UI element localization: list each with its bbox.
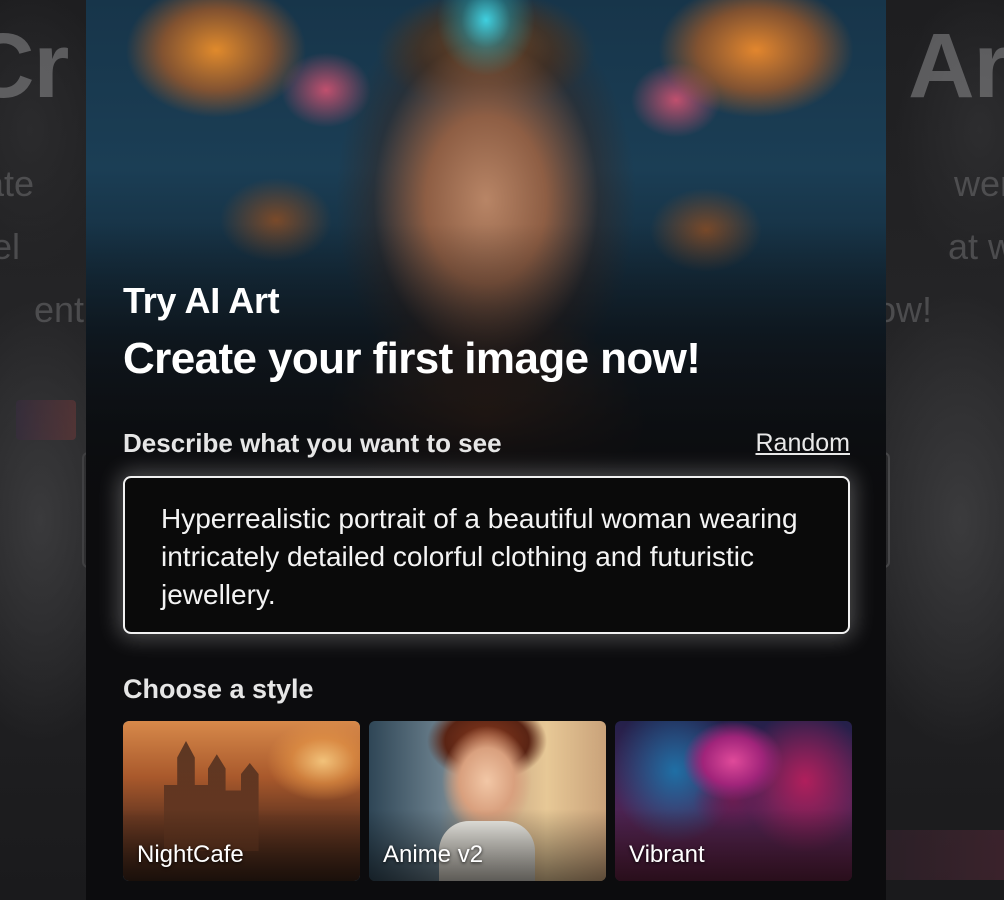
background-decoration <box>884 830 1004 880</box>
background-line-right: wer of <box>953 163 1004 204</box>
style-option-anime-v2[interactable]: Anime v2 <box>369 721 606 881</box>
style-option-label: Vibrant <box>629 841 705 868</box>
background-line-left: Intel <box>0 226 21 267</box>
try-ai-art-modal: Try AI Art Create your first image now! … <box>86 0 886 900</box>
background-line-left: reate <box>0 163 35 204</box>
style-option-label: NightCafe <box>137 841 244 868</box>
style-option-vibrant[interactable]: Vibrant <box>615 721 852 881</box>
style-option-label: Anime v2 <box>383 841 484 868</box>
style-options: NightCafe Anime v2 Vibrant <box>123 721 852 881</box>
prompt-label: Describe what you want to see <box>123 428 502 458</box>
style-label: Choose a style <box>123 674 314 704</box>
prompt-input[interactable]: Hyperrealistic portrait of a beautiful w… <box>123 476 850 634</box>
background-line-right: at with <box>947 226 1004 267</box>
modal-headline: Create your first image now! <box>123 334 701 383</box>
background-heading-left: Cr <box>0 15 69 117</box>
style-option-nightcafe[interactable]: NightCafe <box>123 721 360 881</box>
random-prompt-link[interactable]: Random <box>756 429 851 458</box>
modal-eyebrow: Try AI Art <box>123 280 280 321</box>
background-line-left: ent <box>34 289 85 330</box>
background-heading-right: Art <box>908 15 1004 117</box>
background-decoration <box>16 400 76 440</box>
